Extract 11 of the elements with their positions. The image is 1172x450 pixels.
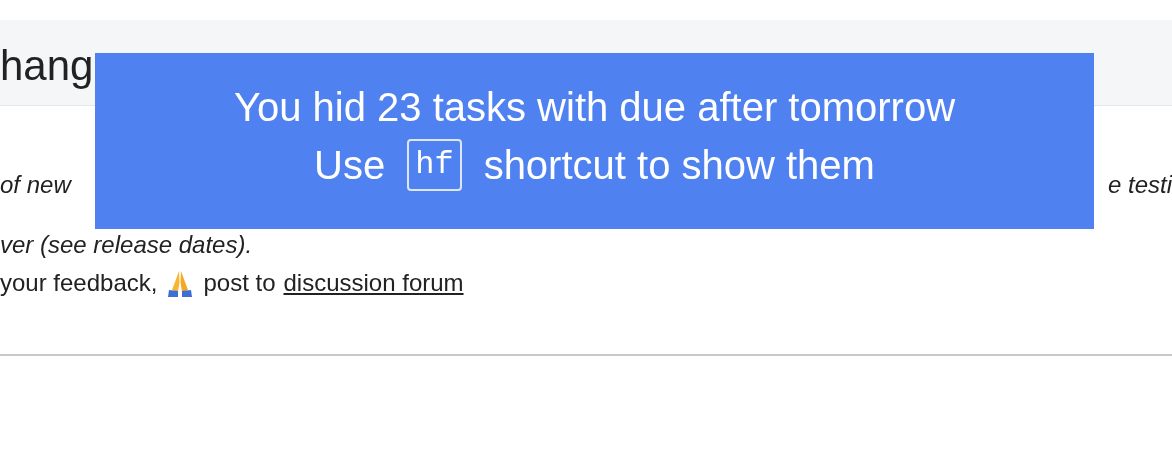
page-title: hang — [0, 42, 94, 90]
shortcut-key: hf — [407, 139, 462, 191]
feedback-text: post to — [203, 268, 276, 298]
intro-text: ver (see release dates). — [0, 231, 253, 259]
toast-message: shortcut to show them — [483, 142, 875, 189]
discussion-link[interactable]: discussion forum — [283, 266, 464, 300]
intro-text: e testi — [1107, 170, 1172, 200]
toast-message: Use — [314, 142, 386, 189]
intro-text: of new — [0, 170, 71, 200]
feedback-text: your feedback, — [0, 268, 158, 298]
toast-message: You hid 23 tasks with due after tomorrow — [233, 84, 956, 131]
